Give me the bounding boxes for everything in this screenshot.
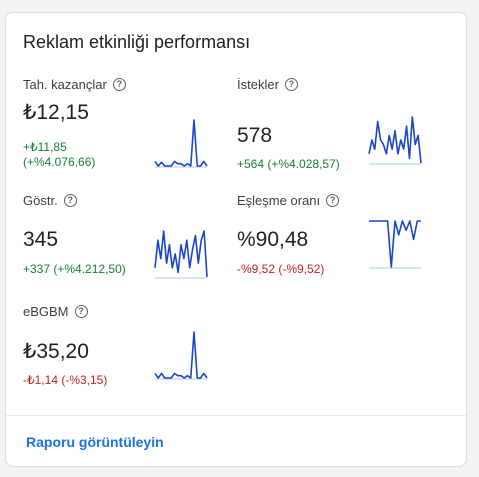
metric-value: ₺12,15 [23, 101, 89, 124]
metric-value: %90,48 [237, 228, 309, 251]
sparkline-series [369, 220, 421, 268]
metric-value: 578 [237, 124, 273, 147]
sparkline-chart [154, 230, 208, 279]
metric-requests[interactable]: İstekler ? 578 +564 (+%4.028,57) [237, 77, 452, 187]
help-icon[interactable]: ? [112, 78, 126, 91]
sparkline-series [154, 230, 208, 278]
help-icon[interactable]: ? [63, 194, 77, 207]
metric-change: +₺11,85 [23, 140, 67, 154]
divider [6, 415, 466, 416]
metric-match-rate[interactable]: Eşleşme oranı ? %90,48 -%9,52 (-%9,52) [237, 193, 452, 303]
metric-change: +564 (+%4.028,57) [237, 157, 340, 171]
metric-change-percent: (+%4.076,66) [23, 155, 96, 169]
sparkline-chart [154, 119, 208, 168]
help-icon[interactable]: ? [284, 78, 298, 91]
metric-change: +337 (+%4.212,50) [23, 262, 126, 276]
view-report-link[interactable]: Raporu görüntüleyin [26, 434, 164, 450]
metric-label: Tah. kazançlar [23, 77, 107, 92]
sparkline-series [154, 119, 208, 167]
sparkline-series [368, 116, 422, 164]
sparkline-chart [368, 116, 422, 165]
ad-performance-card: Reklam etkinliği performansı Tah. kazanç… [5, 12, 467, 467]
metric-change: -₺1,14 (-%3,15) [23, 373, 108, 387]
metric-label: Göstr. [23, 193, 58, 208]
metric-change: -%9,52 (-%9,52) [237, 262, 325, 276]
metric-impressions[interactable]: Göstr. ? 345 +337 (+%4.212,50) [23, 193, 238, 303]
metric-ebgbm[interactable]: eBGBM ? ₺35,20 -₺1,14 (-%3,15) [23, 304, 238, 414]
help-icon[interactable]: ? [74, 305, 88, 318]
help-icon[interactable]: ? [326, 194, 340, 207]
sparkline-series [154, 331, 208, 379]
sparkline-chart [154, 331, 208, 380]
metric-value: ₺35,20 [23, 340, 89, 363]
metric-label: eBGBM [23, 304, 69, 319]
metric-label: Eşleşme oranı [237, 193, 321, 208]
sparkline-chart [369, 220, 421, 269]
metric-label: İstekler [237, 77, 279, 92]
card-title: Reklam etkinliği performansı [23, 32, 251, 52]
metric-value: 345 [23, 228, 59, 251]
metric-earnings[interactable]: Tah. kazançlar ? ₺12,15 +₺11,85 (+%4.076… [23, 77, 238, 187]
